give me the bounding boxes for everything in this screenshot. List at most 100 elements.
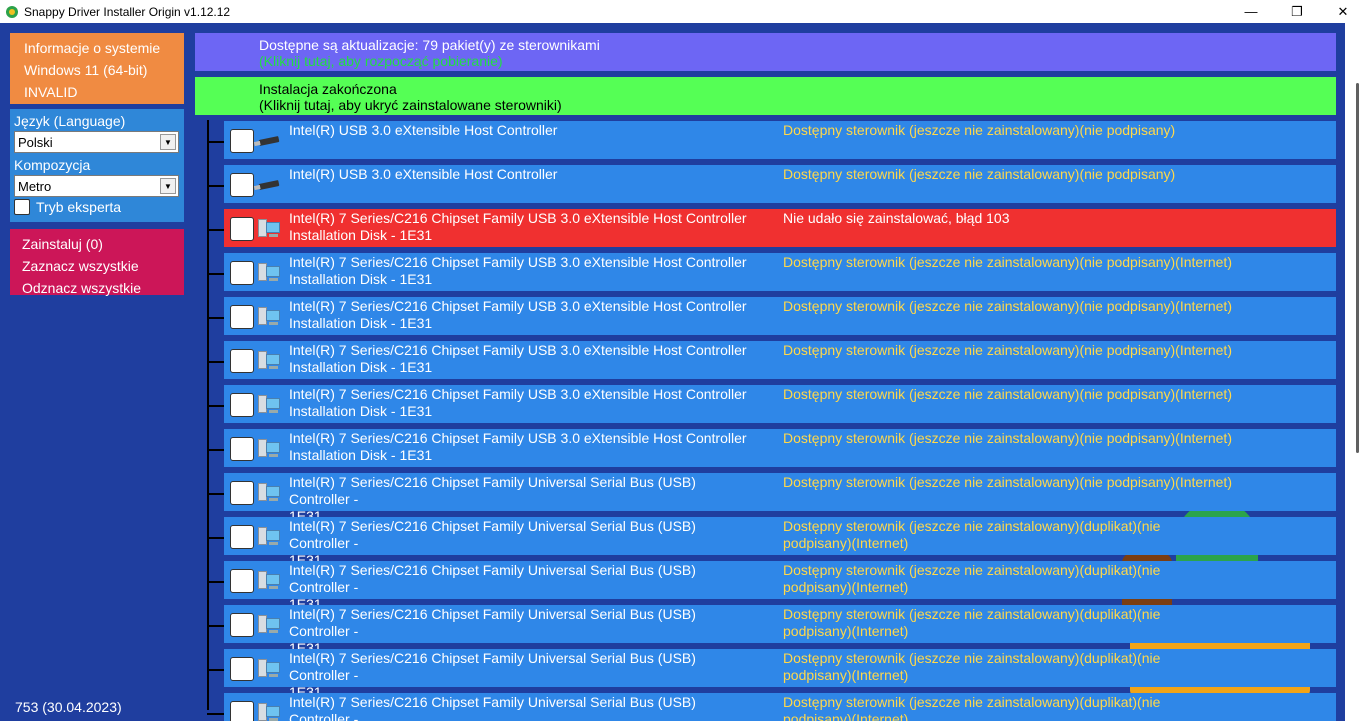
driver-name-line: Intel(R) 7 Series/C216 Chipset Family US… (289, 210, 747, 226)
usb-icon (257, 129, 281, 151)
driver-name-line: Intel(R) 7 Series/C216 Chipset Family US… (289, 430, 747, 446)
driver-row[interactable]: Intel(R) 7 Series/C216 Chipset Family Un… (224, 605, 1336, 656)
driver-status: Dostępny sterownik (jeszcze nie zainstal… (783, 518, 1233, 552)
driver-row[interactable]: Intel(R) 7 Series/C216 Chipset Family Un… (224, 649, 1336, 700)
driver-name: Intel(R) 7 Series/C216 Chipset Family US… (289, 210, 759, 244)
window-controls: — ❐ ✕ (1228, 0, 1366, 23)
usb-controller-icon (257, 481, 281, 503)
driver-row[interactable]: Intel(R) 7 Series/C216 Chipset Family US… (224, 429, 1336, 467)
driver-status: Dostępny sterownik (jeszcze nie zainstal… (783, 298, 1233, 315)
usb-controller-icon (257, 305, 281, 327)
tree-branch (207, 185, 224, 187)
driver-name-line: Intel(R) 7 Series/C216 Chipset Family US… (289, 298, 747, 314)
driver-name-line: Installation Disk - 1E31 (289, 447, 433, 463)
driver-name: Intel(R) USB 3.0 eXtensible Host Control… (289, 122, 759, 139)
driver-checkbox[interactable] (230, 525, 254, 549)
close-button[interactable]: ✕ (1320, 0, 1366, 23)
driver-row[interactable]: Intel(R) 7 Series/C216 Chipset Family US… (224, 341, 1336, 379)
usb-controller-icon (257, 437, 281, 459)
tree-branch (207, 537, 224, 539)
driver-row[interactable]: Intel(R) 7 Series/C216 Chipset Family US… (224, 253, 1336, 291)
driver-status: Dostępny sterownik (jeszcze nie zainstal… (783, 386, 1233, 403)
driver-name-line: Intel(R) 7 Series/C216 Chipset Family US… (289, 254, 747, 270)
driver-name: Intel(R) 7 Series/C216 Chipset Family US… (289, 342, 759, 376)
driver-checkbox[interactable] (230, 217, 254, 241)
driver-status-line: Dostępny sterownik (jeszcze nie zainstal… (783, 430, 1232, 446)
usb-controller-icon (257, 393, 281, 415)
tree-branch (207, 713, 224, 715)
driver-status: Dostępny sterownik (jeszcze nie zainstal… (783, 606, 1233, 640)
minimize-button[interactable]: — (1228, 0, 1274, 23)
driver-status-line: Dostępny sterownik (jeszcze nie zainstal… (783, 386, 1232, 402)
driver-checkbox[interactable] (230, 657, 254, 681)
tree-branch (207, 273, 224, 275)
driver-status-line: Dostępny sterownik (jeszcze nie zainstal… (783, 254, 1232, 270)
driver-row[interactable]: Intel(R) 7 Series/C216 Chipset Family US… (224, 209, 1336, 247)
app-logo-icon (5, 5, 19, 19)
driver-status-line: podpisany)(Internet) (783, 579, 909, 595)
tree-branch (207, 229, 224, 231)
driver-checkbox[interactable] (230, 613, 254, 637)
driver-name-line: Installation Disk - 1E31 (289, 271, 433, 287)
tree-branch (207, 625, 224, 627)
driver-status-line: Dostępny sterownik (jeszcze nie zainstal… (783, 122, 1176, 138)
driver-checkbox[interactable] (230, 393, 254, 417)
driver-row[interactable]: Intel(R) 7 Series/C216 Chipset Family Un… (224, 561, 1336, 612)
usb-controller-icon (257, 701, 281, 721)
driver-status: Nie udało się zainstalować, błąd 103 (783, 210, 1233, 227)
driver-checkbox[interactable] (230, 481, 254, 505)
usb-controller-icon (257, 261, 281, 283)
title-bar: Snappy Driver Installer Origin v1.12.12 … (0, 0, 1366, 23)
driver-row[interactable]: Intel(R) 7 Series/C216 Chipset Family Un… (224, 473, 1336, 524)
driver-status-line: Dostępny sterownik (jeszcze nie zainstal… (783, 518, 1161, 534)
tree-branch (207, 449, 224, 451)
driver-status-line: Dostępny sterownik (jeszcze nie zainstal… (783, 166, 1176, 182)
main-window: DRIVER Informacje o systemie Windows 11 … (0, 23, 1366, 721)
driver-status: Dostępny sterownik (jeszcze nie zainstal… (783, 254, 1233, 271)
driver-status-line: Dostępny sterownik (jeszcze nie zainstal… (783, 298, 1232, 314)
driver-name-line: Intel(R) 7 Series/C216 Chipset Family US… (289, 342, 747, 358)
driver-row[interactable]: Intel(R) 7 Series/C216 Chipset Family US… (224, 385, 1336, 423)
driver-row[interactable]: Intel(R) 7 Series/C216 Chipset Family US… (224, 297, 1336, 335)
tree-branch (207, 317, 224, 319)
driver-name: Intel(R) USB 3.0 eXtensible Host Control… (289, 166, 759, 183)
tree-branch (207, 405, 224, 407)
driver-row[interactable]: Intel(R) USB 3.0 eXtensible Host Control… (224, 121, 1336, 159)
driver-name-line: Intel(R) 7 Series/C216 Chipset Family Un… (289, 650, 696, 683)
driver-name-line: Intel(R) USB 3.0 eXtensible Host Control… (289, 166, 558, 182)
driver-name: Intel(R) 7 Series/C216 Chipset Family US… (289, 430, 759, 464)
driver-name-line: Intel(R) USB 3.0 eXtensible Host Control… (289, 122, 558, 138)
usb-controller-icon (257, 613, 281, 635)
maximize-button[interactable]: ❐ (1274, 0, 1320, 23)
driver-status: Dostępny sterownik (jeszcze nie zainstal… (783, 430, 1233, 447)
driver-checkbox[interactable] (230, 305, 254, 329)
driver-checkbox[interactable] (230, 129, 254, 153)
usb-controller-icon (257, 349, 281, 371)
vertical-scrollbar[interactable] (1345, 23, 1366, 721)
driver-row[interactable]: Intel(R) USB 3.0 eXtensible Host Control… (224, 165, 1336, 203)
driver-checkbox[interactable] (230, 261, 254, 285)
tree-branch (207, 669, 224, 671)
driver-status-line: podpisany)(Internet) (783, 535, 909, 551)
tree-branch (207, 141, 224, 143)
usb-controller-icon (257, 569, 281, 591)
scrollbar-thumb[interactable] (1356, 83, 1359, 453)
usb-controller-icon (257, 217, 281, 239)
tree-branch (207, 493, 224, 495)
driver-status-line: podpisany)(Internet) (783, 623, 909, 639)
driver-row[interactable]: Intel(R) 7 Series/C216 Chipset Family Un… (224, 517, 1336, 568)
driver-checkbox[interactable] (230, 569, 254, 593)
driver-checkbox[interactable] (230, 173, 254, 197)
window-title: Snappy Driver Installer Origin v1.12.12 (24, 4, 231, 19)
driver-status-line: Dostępny sterownik (jeszcze nie zainstal… (783, 650, 1161, 666)
driver-status: Dostępny sterownik (jeszcze nie zainstal… (783, 562, 1233, 596)
driver-checkbox[interactable] (230, 701, 254, 721)
driver-row[interactable]: Intel(R) 7 Series/C216 Chipset Family Un… (224, 693, 1336, 721)
driver-list: Intel(R) USB 3.0 eXtensible Host Control… (0, 23, 1345, 721)
driver-name-line: Installation Disk - 1E31 (289, 403, 433, 419)
driver-checkbox[interactable] (230, 437, 254, 461)
driver-status-line: podpisany)(Internet) (783, 711, 909, 721)
driver-checkbox[interactable] (230, 349, 254, 373)
driver-status-line: Dostępny sterownik (jeszcze nie zainstal… (783, 606, 1161, 622)
driver-status-line: Dostępny sterownik (jeszcze nie zainstal… (783, 342, 1232, 358)
